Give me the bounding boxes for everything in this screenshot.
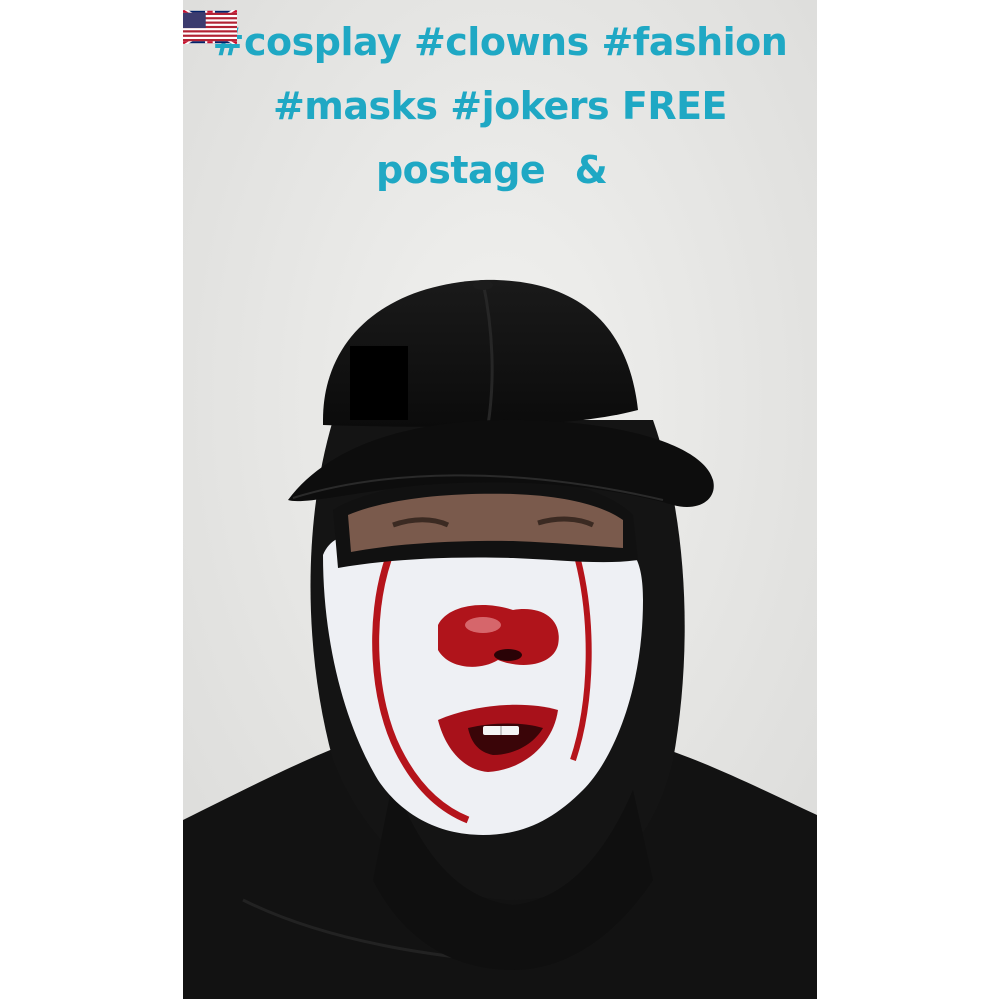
caption-line-1: #cosplay #clowns #fashion — [212, 20, 788, 64]
nose-highlight — [465, 617, 501, 633]
left-margin — [0, 0, 183, 999]
video-frame: #cosplay #clowns #fashion #masks #jokers… — [183, 0, 817, 999]
right-margin — [817, 0, 999, 999]
cap-button — [473, 280, 493, 290]
caption-line-3: postage & — [183, 10, 817, 202]
nostril — [494, 649, 522, 661]
caption-overlay: #cosplay #clowns #fashion #masks #jokers… — [183, 10, 817, 202]
caption-ampersand: & — [574, 148, 608, 192]
caption-line-2: #masks #jokers FREE — [272, 84, 728, 128]
redaction-box — [350, 346, 408, 420]
caption-word-postage: postage — [375, 148, 546, 192]
